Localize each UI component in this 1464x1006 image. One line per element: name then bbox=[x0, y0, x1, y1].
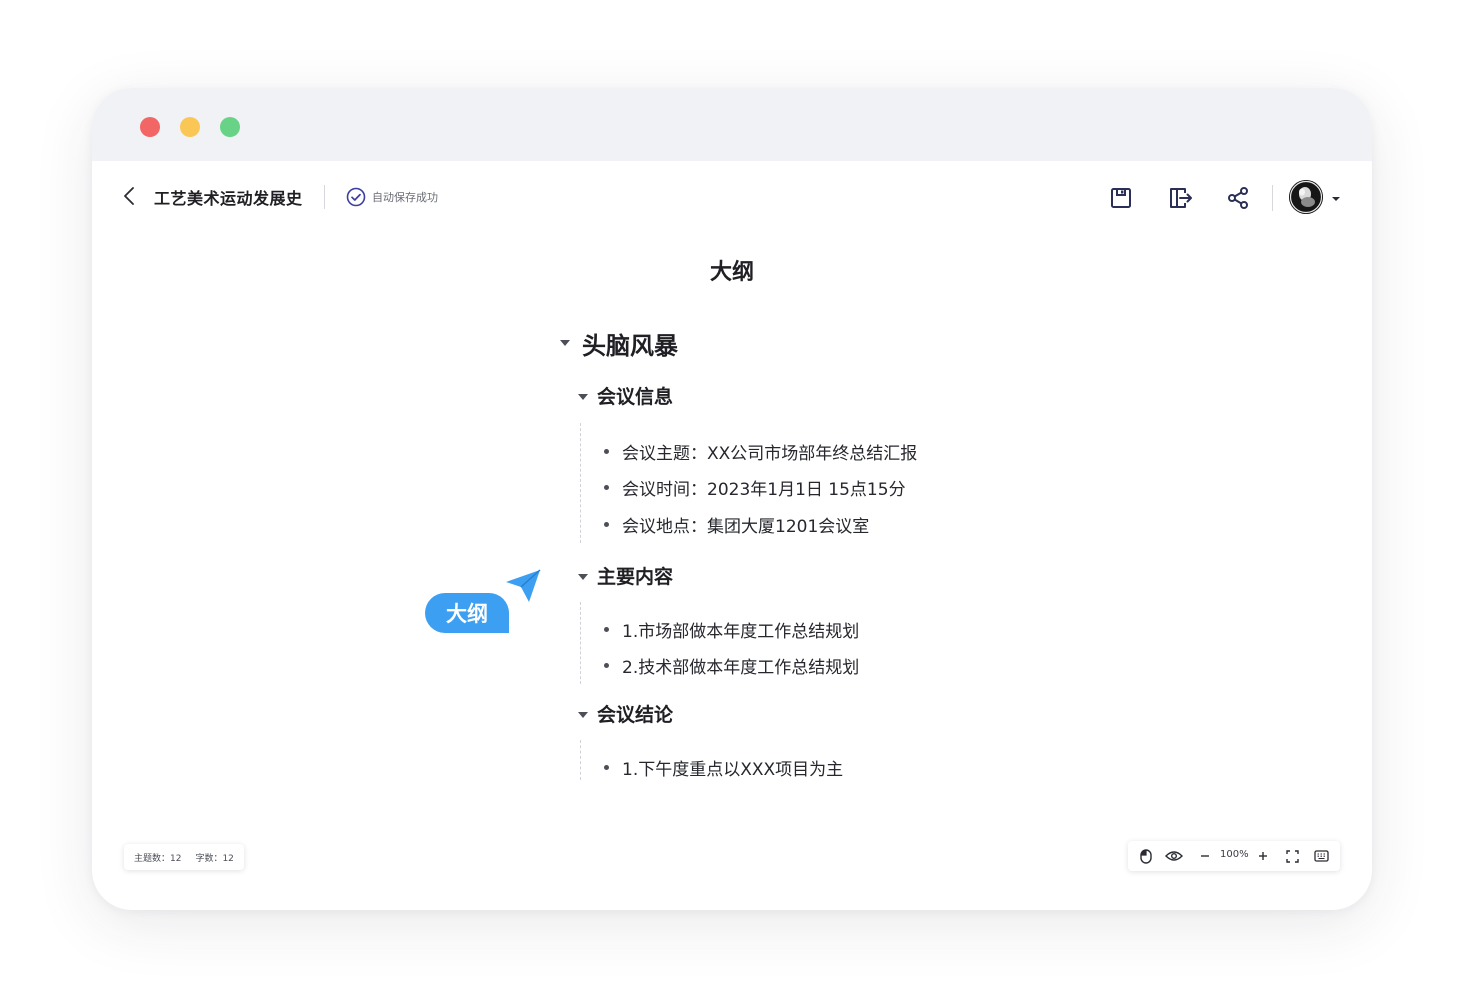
document-title[interactable]: 工艺美术运动发展史 bbox=[154, 185, 303, 209]
collapse-toggle[interactable] bbox=[578, 394, 588, 400]
share-button[interactable] bbox=[1225, 185, 1251, 211]
save-status-text: 自动保存成功 bbox=[372, 191, 438, 204]
avatar[interactable] bbox=[1289, 180, 1323, 214]
outline-root-node[interactable]: 头脑风暴 bbox=[582, 326, 678, 361]
branch-line bbox=[580, 423, 581, 543]
preview-button[interactable] bbox=[1164, 848, 1184, 864]
outline-item[interactable]: 1.下午度重点以XXX项目为主 bbox=[622, 755, 843, 780]
fullscreen-button[interactable] bbox=[1284, 848, 1300, 864]
zoom-level: 100% bbox=[1220, 849, 1249, 860]
cursor-arrow-icon bbox=[506, 569, 541, 602]
branch-line bbox=[580, 740, 581, 780]
bullet bbox=[604, 627, 609, 632]
back-arrow-icon bbox=[124, 187, 134, 205]
toolbar-divider bbox=[324, 185, 325, 209]
document-stats: 主题数：12 字数：12 bbox=[124, 844, 244, 870]
zoom-out-button[interactable] bbox=[1198, 848, 1212, 864]
outline-section-title[interactable]: 主要内容 bbox=[597, 562, 673, 589]
mouse-mode-button[interactable] bbox=[1138, 848, 1154, 864]
top-toolbar: 工艺美术运动发展史 自动保存成功 bbox=[92, 161, 1372, 233]
outline-section-title[interactable]: 会议信息 bbox=[597, 382, 673, 409]
zoom-in-button[interactable] bbox=[1256, 848, 1270, 864]
outline-heading: 大纲 bbox=[709, 260, 754, 285]
outline-label-bubble: 大纲 bbox=[425, 593, 509, 633]
outline-item[interactable]: 1.市场部做本年度工作总结规划 bbox=[622, 617, 859, 642]
keyboard-icon bbox=[1313, 850, 1329, 862]
bullet bbox=[604, 765, 609, 770]
share-icon bbox=[1228, 187, 1248, 209]
outline-item[interactable]: 2.技术部做本年度工作总结规划 bbox=[622, 653, 859, 678]
caret-down-icon[interactable] bbox=[1330, 195, 1342, 203]
outline-item[interactable]: 会议地点：集团大厦1201会议室 bbox=[622, 512, 869, 537]
save-status: 自动保存成功 bbox=[346, 187, 438, 207]
zoom-toolbar: 100% bbox=[1128, 841, 1340, 871]
collapse-toggle[interactable] bbox=[578, 712, 588, 718]
minimize-window-button[interactable] bbox=[180, 117, 200, 137]
window-titlebar bbox=[92, 88, 1372, 161]
check-circle-icon bbox=[346, 187, 366, 207]
keyboard-shortcuts-button[interactable] bbox=[1312, 848, 1330, 864]
word-count: 字数：12 bbox=[195, 853, 234, 864]
outline-item[interactable]: 会议时间：2023年1月1日 15点15分 bbox=[622, 475, 906, 500]
fullscreen-icon bbox=[1285, 849, 1299, 863]
eye-icon bbox=[1165, 851, 1183, 861]
zoom-in-icon bbox=[1259, 852, 1267, 860]
bullet bbox=[604, 485, 609, 490]
maximize-window-button[interactable] bbox=[220, 117, 240, 137]
bullet bbox=[604, 663, 609, 668]
export-button[interactable] bbox=[1168, 185, 1194, 211]
bullet bbox=[604, 449, 609, 454]
back-button[interactable] bbox=[118, 184, 140, 208]
toolbar-divider bbox=[1272, 185, 1273, 211]
mouse-icon bbox=[1140, 848, 1152, 864]
outline-section-title[interactable]: 会议结论 bbox=[597, 700, 673, 727]
collapse-toggle[interactable] bbox=[578, 574, 588, 580]
outline-item[interactable]: 会议主题：XX公司市场部年终总结汇报 bbox=[622, 439, 917, 464]
bullet bbox=[604, 522, 609, 527]
collapse-toggle[interactable] bbox=[560, 340, 570, 346]
close-window-button[interactable] bbox=[140, 117, 160, 137]
zoom-out-icon bbox=[1201, 855, 1209, 857]
save-icon bbox=[1111, 188, 1131, 208]
export-icon bbox=[1170, 188, 1192, 208]
branch-line bbox=[580, 602, 581, 684]
save-button[interactable] bbox=[1108, 185, 1134, 211]
app-window: 工艺美术运动发展史 自动保存成功 大纲 头脑风暴 会议信息 会议主题：XX公司市… bbox=[92, 88, 1372, 910]
topic-count: 主题数：12 bbox=[134, 853, 182, 864]
